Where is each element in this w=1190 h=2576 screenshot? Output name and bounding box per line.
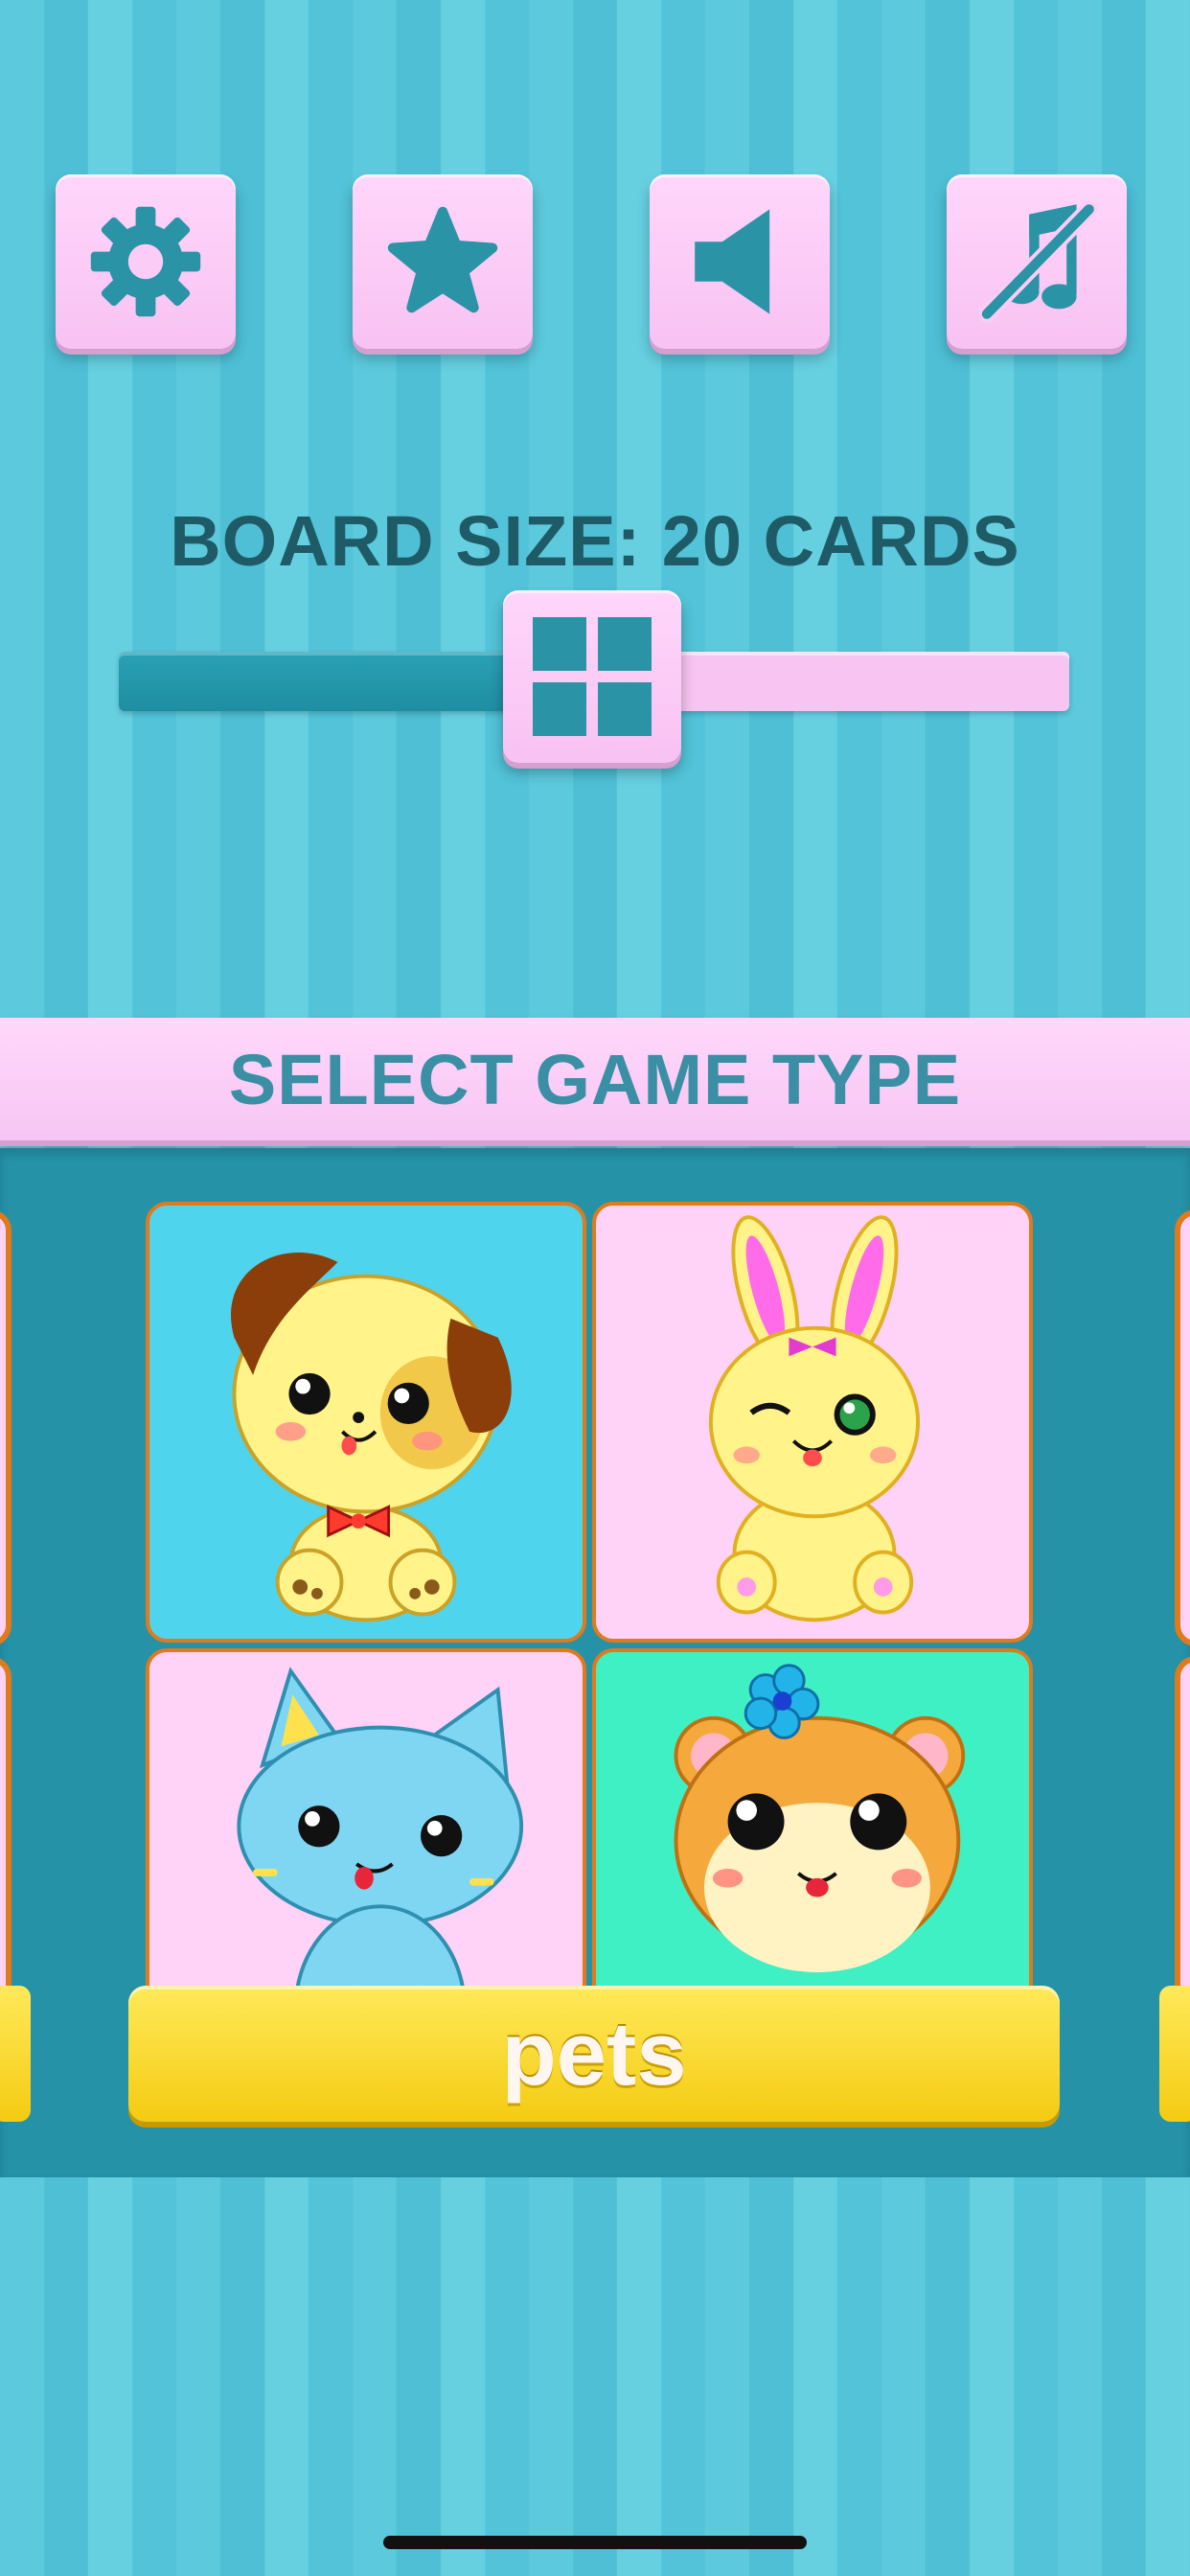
grid-icon: [533, 617, 652, 736]
star-icon: [387, 206, 498, 313]
slider-thumb[interactable]: [503, 590, 681, 763]
game-type-header: SELECT GAME TYPE: [0, 1018, 1190, 1140]
bottom-area: [0, 2177, 1190, 2576]
favorites-button[interactable]: [353, 174, 533, 349]
prev-game-type-peek[interactable]: [0, 1209, 11, 1646]
next-game-type-peek[interactable]: [1175, 1209, 1190, 1646]
settings-button[interactable]: [56, 174, 236, 349]
game-type-heading: SELECT GAME TYPE: [228, 1039, 962, 1119]
gear-icon: [90, 206, 201, 317]
puppy-icon: [231, 1253, 512, 1622]
board-size-title: BOARD SIZE: 20 CARDS: [170, 501, 1020, 581]
music-button[interactable]: [947, 174, 1127, 349]
bunny-icon: [708, 1215, 921, 1622]
sound-button[interactable]: [650, 174, 830, 349]
selected-game-type-text: pets: [501, 2003, 687, 2104]
prev-game-type-label: [0, 1986, 31, 2122]
speaker-icon: [695, 209, 770, 314]
selected-game-type-label[interactable]: pets: [128, 1986, 1060, 2122]
card-bunny[interactable]: [592, 1202, 1033, 1643]
home-indicator[interactable]: [383, 2536, 807, 2549]
card-puppy[interactable]: [146, 1202, 586, 1643]
next-game-type-label: [1159, 1986, 1190, 2122]
music-muted-icon: [977, 200, 1098, 323]
